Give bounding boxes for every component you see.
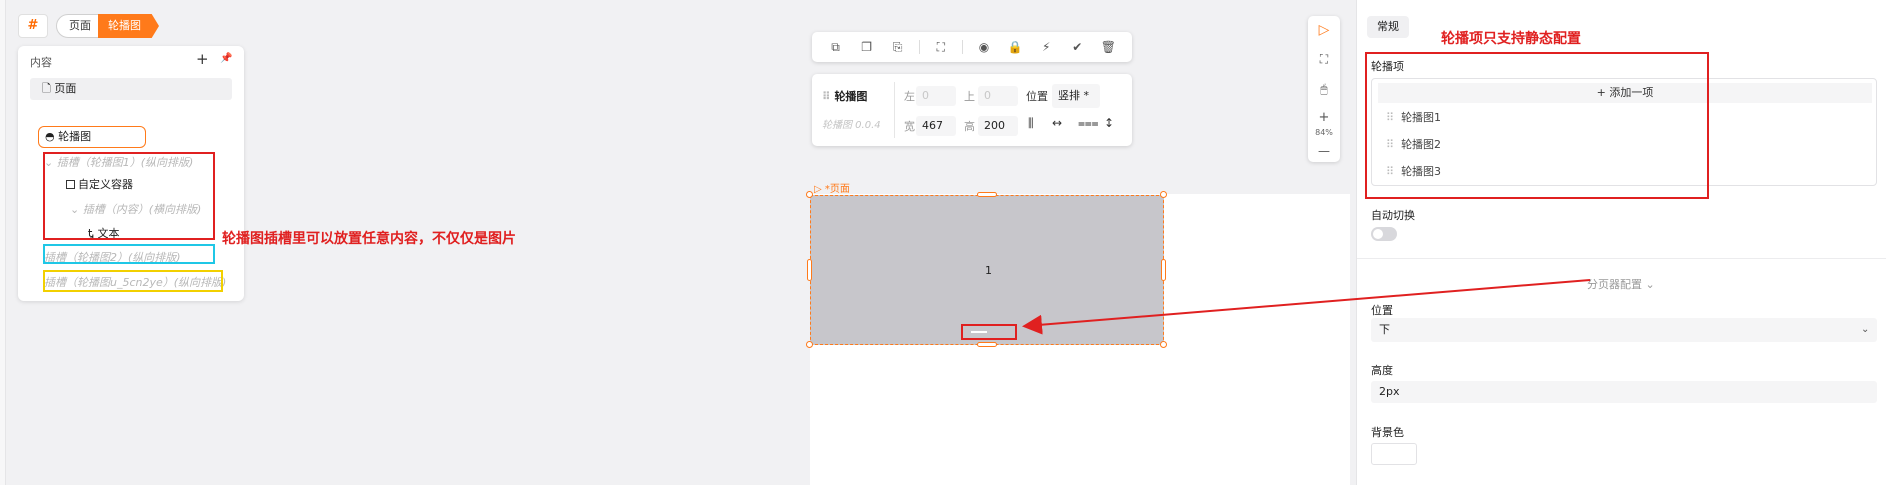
- chevron-down-icon: ⌄: [1861, 324, 1870, 335]
- pager-position-label: 位置: [1371, 304, 1393, 317]
- check-shield-icon[interactable]: ✔: [1067, 40, 1087, 54]
- width-input[interactable]: 467: [916, 116, 956, 136]
- height-label: 高: [964, 120, 975, 133]
- page-tag[interactable]: ▷ *页面: [814, 180, 850, 195]
- stretch-vertical-icon[interactable]: ↕: [1104, 116, 1114, 130]
- resize-handle[interactable]: [1160, 341, 1167, 348]
- mouse-icon[interactable]: 🖱: [1308, 82, 1340, 97]
- hide-icon[interactable]: ◉: [974, 40, 994, 54]
- align-horizontal-icon[interactable]: ⫼: [1028, 116, 1034, 131]
- pager-config-toggle[interactable]: 分页器配置 ⌄: [1587, 276, 1655, 292]
- toolbar-divider: [961, 40, 963, 54]
- resize-handle[interactable]: [806, 191, 813, 198]
- play-icon[interactable]: ▷: [1308, 22, 1340, 38]
- app-logo[interactable]: #: [18, 14, 48, 38]
- pager-height-input[interactable]: 2px: [1371, 381, 1877, 403]
- left-label: 左: [904, 90, 915, 103]
- tree-node-carousel-label: 轮播图: [58, 130, 92, 143]
- annotation-box-red: [1365, 52, 1709, 199]
- auto-switch-toggle[interactable]: [1371, 227, 1397, 241]
- annotation-box-cyan: [43, 244, 215, 264]
- component-version: 轮播图 0.0.4: [822, 120, 881, 131]
- resize-handle[interactable]: [977, 192, 997, 197]
- breadcrumb-current[interactable]: 轮播图: [98, 14, 159, 38]
- page-item-label: 页面: [54, 82, 77, 95]
- tree-node-carousel[interactable]: ◓ 轮播图: [38, 126, 146, 148]
- toolbar-divider: [918, 40, 920, 54]
- pager-position-select[interactable]: 下 ⌄: [1371, 318, 1877, 342]
- top-input[interactable]: 0: [978, 86, 1018, 106]
- properties-panel: 常规 轮播项只支持静态配置 轮播项 + 添加一项 ⠿ 轮播图1 ⠿ 轮播图2 ⠿ 轮播…: [1356, 0, 1886, 485]
- vertical-toolbar: ▷ ⛶ 🖱 + 84% —: [1308, 16, 1340, 162]
- stretch-horizontal-icon[interactable]: ↔: [1052, 116, 1062, 130]
- resize-handle[interactable]: [977, 342, 997, 347]
- tab-general[interactable]: 常规: [1367, 16, 1409, 38]
- resize-handle[interactable]: [1160, 191, 1167, 198]
- delete-icon[interactable]: 🗑: [1098, 40, 1118, 54]
- lock-icon[interactable]: 🔒: [1005, 40, 1025, 54]
- position-label: 位置: [1026, 90, 1048, 103]
- pager-height-label: 高度: [1371, 364, 1393, 377]
- position-panel: ⠿ 轮播图 轮播图 0.0.4 左 0 上 0 位置 竖排 * 宽 467 高 …: [812, 74, 1132, 146]
- component-name: ⠿ 轮播图: [822, 88, 867, 104]
- carousel-preview[interactable]: 1: [810, 195, 1164, 345]
- outline-page-item[interactable]: 🗋 页面: [30, 78, 232, 100]
- left-input[interactable]: 0: [916, 86, 956, 106]
- panel-divider: [894, 82, 895, 138]
- resize-handle[interactable]: [807, 259, 812, 281]
- carousel-icon: ◓: [45, 130, 59, 143]
- select-parent-icon[interactable]: ⛶: [931, 40, 951, 55]
- pager-position-value: 下: [1379, 323, 1390, 336]
- annotation-box-red: [43, 152, 215, 240]
- toggle-knob: [1373, 229, 1383, 239]
- slide-number: 1: [985, 264, 992, 277]
- pagination-bar: [971, 331, 987, 333]
- left-edge-strip: [0, 0, 6, 485]
- page-icon: 🗋: [42, 82, 55, 95]
- paste-icon[interactable]: ⎘: [888, 40, 908, 55]
- zoom-in-icon[interactable]: +: [1308, 110, 1340, 125]
- breadcrumb-page[interactable]: 页面: [56, 14, 104, 38]
- pagination-indicator[interactable]: [961, 324, 1017, 340]
- component-name-label: 轮播图: [834, 90, 868, 103]
- annotation-note-left: 轮播图插槽里可以放置任意内容，不仅仅是图片: [222, 231, 516, 247]
- top-label: 上: [964, 90, 975, 103]
- align-vertical-icon[interactable]: ⩶: [1078, 116, 1099, 131]
- height-input[interactable]: 200: [978, 116, 1018, 136]
- zoom-out-icon[interactable]: —: [1308, 144, 1340, 158]
- fullscreen-icon[interactable]: ⛶: [1308, 52, 1340, 67]
- component-toolbar: ⧉ ❐ ⎘ ⛶ ◉ 🔒 ⚡ ✔ 🗑: [812, 32, 1132, 62]
- pin-icon[interactable]: 📌: [220, 53, 232, 64]
- resize-handle[interactable]: [806, 341, 813, 348]
- pager-bg-label: 背景色: [1371, 426, 1404, 439]
- flash-icon[interactable]: ⚡: [1036, 40, 1056, 54]
- duplicate-icon[interactable]: ❐: [857, 40, 877, 54]
- auto-switch-label: 自动切换: [1371, 209, 1415, 222]
- add-icon[interactable]: +: [196, 50, 209, 68]
- zoom-level: 84%: [1315, 128, 1333, 137]
- outline-title: 内容: [30, 56, 52, 69]
- copy-icon[interactable]: ⧉: [826, 40, 846, 55]
- annotation-box-yellow: [43, 270, 223, 292]
- drag-handle-icon[interactable]: ⠿: [822, 90, 834, 103]
- position-select[interactable]: 竖排 *: [1052, 84, 1100, 108]
- pager-bg-color-picker[interactable]: [1371, 443, 1417, 465]
- annotation-note-right: 轮播项只支持静态配置: [1441, 31, 1581, 47]
- width-label: 宽: [904, 120, 915, 133]
- resize-handle[interactable]: [1161, 259, 1166, 281]
- section-divider: [1357, 258, 1886, 259]
